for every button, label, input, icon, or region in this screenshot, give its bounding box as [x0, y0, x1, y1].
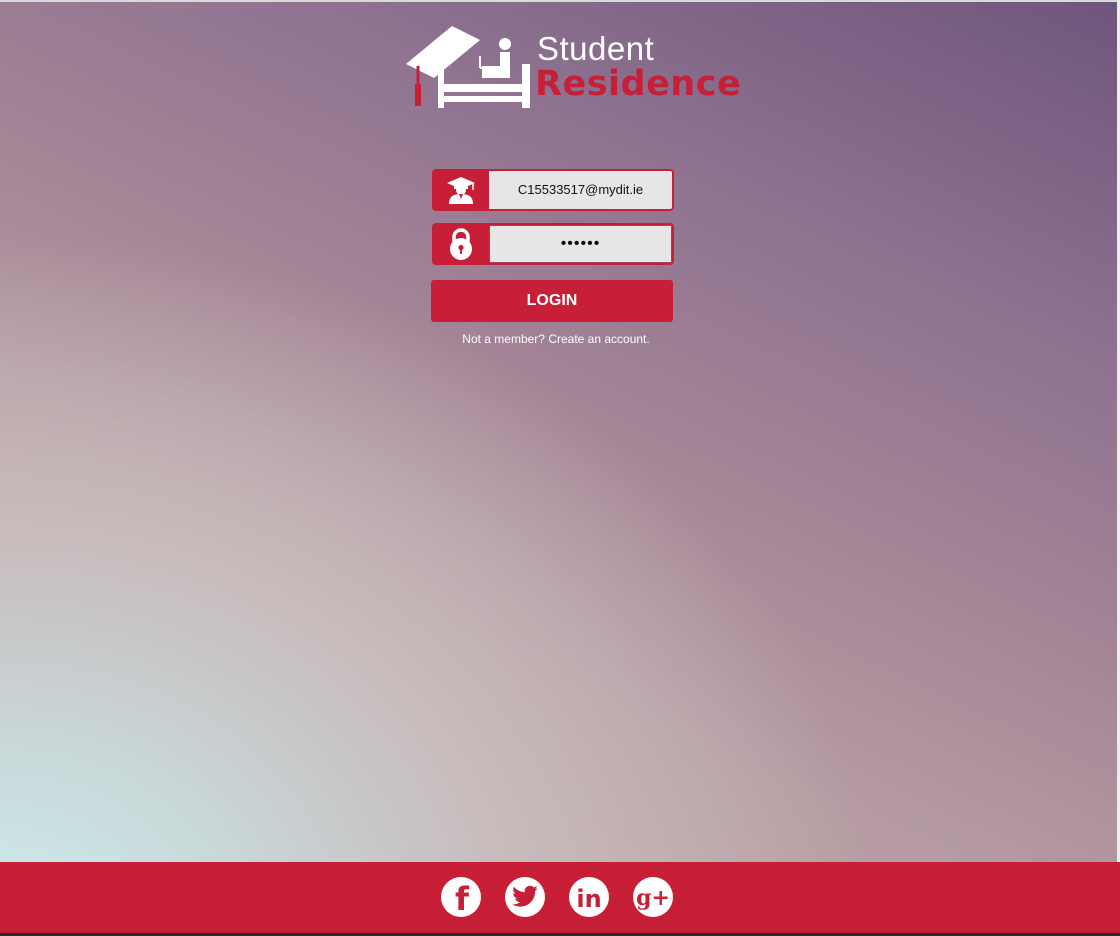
twitter-icon[interactable]: [505, 877, 545, 917]
logo-text-residence: Residence: [535, 64, 742, 104]
graduate-icon: [434, 171, 488, 209]
google-plus-icon[interactable]: g+: [633, 877, 673, 917]
password-field: ••••••: [432, 223, 674, 265]
svg-text:in: in: [576, 885, 601, 913]
facebook-icon[interactable]: f: [441, 877, 481, 917]
password-input[interactable]: ••••••: [489, 225, 672, 263]
site-logo: Student Residence: [404, 24, 741, 112]
padlock-icon: [434, 225, 488, 263]
graduation-bed-logo-icon: [406, 26, 530, 108]
username-field: [432, 169, 674, 211]
svg-text:g+: g+: [636, 885, 670, 911]
linkedin-icon[interactable]: in: [569, 877, 609, 917]
create-account-link[interactable]: Not a member? Create an account.: [431, 332, 681, 346]
svg-text:f: f: [455, 880, 470, 917]
footer-bar: f in g+: [0, 862, 1120, 933]
email-input[interactable]: [489, 171, 672, 209]
window-top-border: [0, 0, 1120, 2]
logo-text-student: Student: [537, 30, 655, 67]
login-page: Student Residence ••••••: [0, 0, 1120, 936]
login-button[interactable]: LOGIN: [431, 280, 673, 322]
